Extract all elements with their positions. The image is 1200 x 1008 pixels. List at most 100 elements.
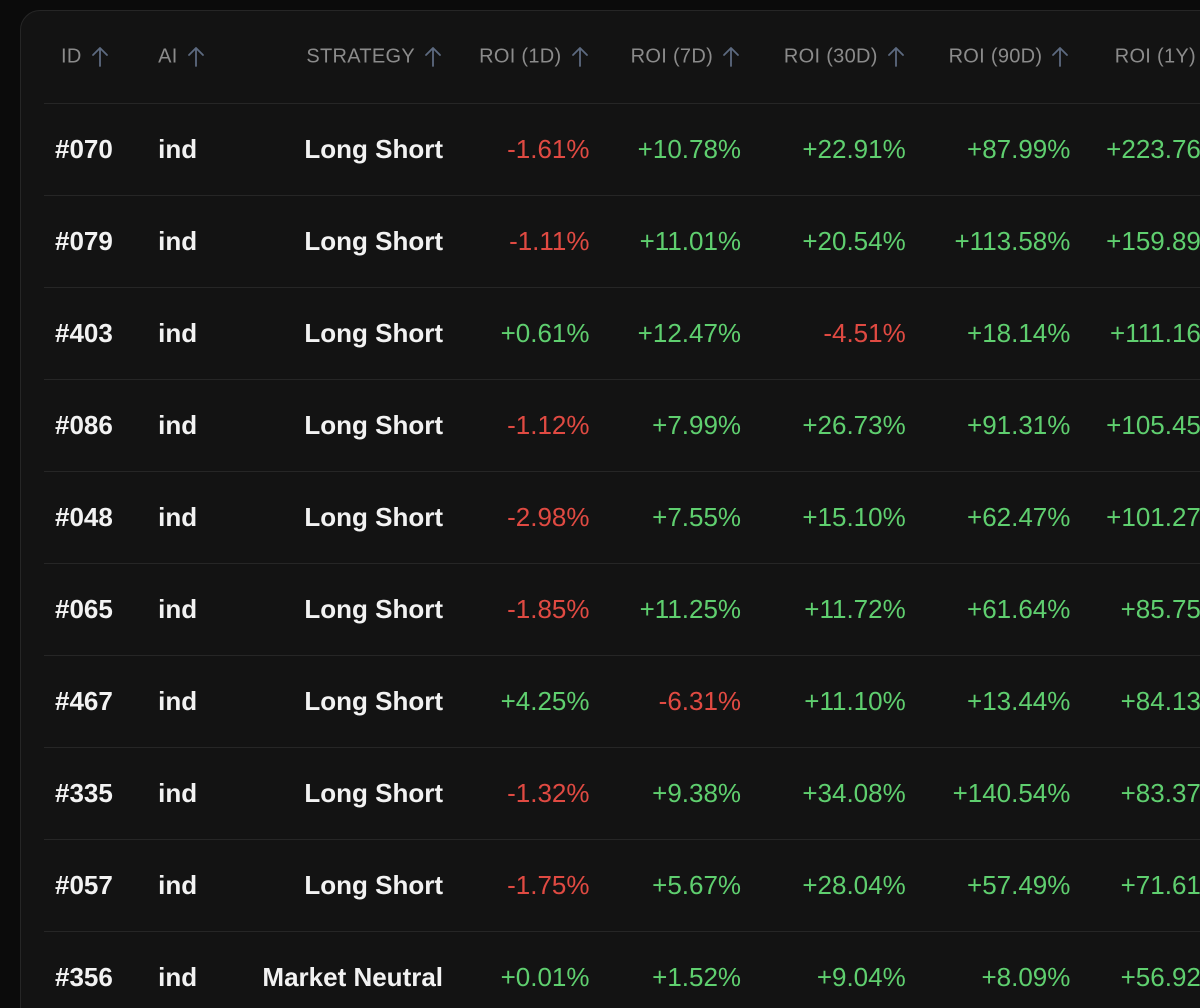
cell-id: #057	[44, 839, 157, 932]
cell-roi-90d: +140.54%	[905, 747, 1071, 840]
cell-id: #335	[44, 747, 157, 840]
column-header-label: STRATEGY	[306, 45, 416, 68]
column-header-roi-30d[interactable]: ROI (30D)	[741, 11, 906, 104]
table-row[interactable]: #403 ind Long Short +0.61% +12.47% -4.51% +18.…	[44, 287, 1200, 380]
cell-roi-1y: +159.89%	[1070, 195, 1200, 288]
cell-ai: ind	[156, 103, 234, 196]
cell-strategy: Long Short	[233, 195, 444, 288]
cell-roi-1y: +111.16%	[1070, 287, 1200, 380]
cell-roi-7d: +12.47%	[589, 287, 742, 380]
cell-roi-7d: +11.01%	[589, 195, 742, 288]
cell-roi-1y: +105.45%	[1070, 379, 1200, 472]
leaderboard-card: ID AI STRATEGY ROI (1D) ROI (7D) ROI (30D) ROI…	[20, 10, 1200, 1008]
table-row[interactable]: #079 ind Long Short -1.11% +11.01% +20.54% +11…	[44, 195, 1200, 288]
cell-strategy: Long Short	[233, 379, 444, 472]
cell-id: #356	[44, 931, 157, 1008]
cell-strategy: Long Short	[233, 839, 444, 932]
cell-roi-30d: +15.10%	[741, 471, 906, 564]
cell-roi-30d: +28.04%	[741, 839, 906, 932]
cell-id: #079	[44, 195, 157, 288]
arrow-up-icon	[721, 45, 741, 69]
cell-strategy: Long Short	[233, 563, 444, 656]
cell-roi-1d: -2.98%	[443, 471, 590, 564]
cell-roi-90d: +91.31%	[905, 379, 1071, 472]
column-header-roi-90d[interactable]: ROI (90D)	[905, 11, 1071, 104]
cell-roi-30d: +20.54%	[741, 195, 906, 288]
cell-ai: ind	[156, 563, 234, 656]
table-row[interactable]: #065 ind Long Short -1.85% +11.25% +11.72% +61…	[44, 563, 1200, 656]
cell-roi-1d: +0.01%	[443, 931, 590, 1008]
table-row[interactable]: #048 ind Long Short -2.98% +7.55% +15.10% +62.…	[44, 471, 1200, 564]
cell-roi-1d: -1.85%	[443, 563, 590, 656]
cell-roi-1d: -1.75%	[443, 839, 590, 932]
table-row[interactable]: #335 ind Long Short -1.32% +9.38% +34.08% +140…	[44, 747, 1200, 840]
cell-roi-7d: +1.52%	[589, 931, 742, 1008]
column-header-label: AI	[158, 45, 178, 68]
cell-strategy: Long Short	[233, 747, 444, 840]
arrow-up-icon	[570, 45, 590, 69]
table-row[interactable]: #086 ind Long Short -1.12% +7.99% +26.73% +91.…	[44, 379, 1200, 472]
cell-roi-7d: +5.67%	[589, 839, 742, 932]
cell-roi-30d: +11.72%	[741, 563, 906, 656]
cell-strategy: Market Neutral	[233, 931, 444, 1008]
arrow-up-icon	[886, 45, 906, 69]
cell-ai: ind	[156, 747, 234, 840]
column-header-strategy[interactable]: STRATEGY	[233, 11, 444, 104]
cell-roi-90d: +13.44%	[905, 655, 1071, 748]
column-header-id[interactable]: ID	[44, 11, 157, 104]
table-row[interactable]: #467 ind Long Short +4.25% -6.31% +11.10% +13.…	[44, 655, 1200, 748]
column-header-roi-1y[interactable]: ROI (1Y)	[1070, 11, 1200, 104]
cell-ai: ind	[156, 287, 234, 380]
cell-roi-1y: +56.92%	[1070, 931, 1200, 1008]
cell-strategy: Long Short	[233, 287, 444, 380]
column-header-roi-7d[interactable]: ROI (7D)	[589, 11, 742, 104]
cell-id: #048	[44, 471, 157, 564]
cell-roi-1y: +223.76%	[1070, 103, 1200, 196]
arrow-up-icon	[90, 45, 110, 69]
cell-roi-7d: +7.55%	[589, 471, 742, 564]
column-header-roi-1d[interactable]: ROI (1D)	[443, 11, 590, 104]
cell-roi-7d: +10.78%	[589, 103, 742, 196]
column-header-ai[interactable]: AI	[156, 11, 234, 104]
cell-id: #467	[44, 655, 157, 748]
cell-roi-7d: -6.31%	[589, 655, 742, 748]
cell-roi-30d: +9.04%	[741, 931, 906, 1008]
cell-roi-1d: -1.32%	[443, 747, 590, 840]
column-header-label: ROI (1D)	[479, 45, 562, 68]
cell-roi-90d: +61.64%	[905, 563, 1071, 656]
cell-id: #065	[44, 563, 157, 656]
cell-strategy: Long Short	[233, 471, 444, 564]
cell-roi-30d: -4.51%	[741, 287, 906, 380]
cell-roi-7d: +7.99%	[589, 379, 742, 472]
cell-roi-90d: +57.49%	[905, 839, 1071, 932]
table-row[interactable]: #057 ind Long Short -1.75% +5.67% +28.04% +57.…	[44, 839, 1200, 932]
cell-ai: ind	[156, 471, 234, 564]
table-row[interactable]: #070 ind Long Short -1.61% +10.78% +22.91% +87…	[44, 103, 1200, 196]
cell-roi-90d: +62.47%	[905, 471, 1071, 564]
cell-roi-1d: +4.25%	[443, 655, 590, 748]
arrow-up-icon	[423, 45, 443, 69]
cell-id: #086	[44, 379, 157, 472]
cell-ai: ind	[156, 655, 234, 748]
cell-strategy: Long Short	[233, 655, 444, 748]
cell-ai: ind	[156, 195, 234, 288]
table-row[interactable]: #356 ind Market Neutral +0.01% +1.52% +9.04% +…	[44, 931, 1200, 1008]
cell-id: #403	[44, 287, 157, 380]
column-header-label: ROI (7D)	[630, 45, 714, 68]
cell-roi-90d: +18.14%	[905, 287, 1071, 380]
cell-ai: ind	[156, 839, 234, 932]
cell-roi-1d: -1.11%	[443, 195, 590, 288]
cell-roi-1y: +71.61%	[1070, 839, 1200, 932]
cell-roi-90d: +113.58%	[905, 195, 1071, 288]
arrow-up-icon	[186, 45, 206, 69]
header-row: ID AI STRATEGY ROI (1D) ROI (7D) ROI (30D) ROI…	[44, 11, 1200, 104]
cell-roi-30d: +34.08%	[741, 747, 906, 840]
cell-roi-7d: +9.38%	[589, 747, 742, 840]
table-body: #070 ind Long Short -1.61% +10.78% +22.91% +87…	[44, 103, 1200, 1008]
cell-roi-7d: +11.25%	[589, 563, 742, 656]
column-header-label: ID	[61, 45, 82, 68]
cell-roi-1d: -1.12%	[443, 379, 590, 472]
column-header-label: ROI (1Y)	[1114, 45, 1196, 68]
roi-table: ID AI STRATEGY ROI (1D) ROI (7D) ROI (30D) ROI…	[44, 11, 1200, 1008]
cell-strategy: Long Short	[233, 103, 444, 196]
